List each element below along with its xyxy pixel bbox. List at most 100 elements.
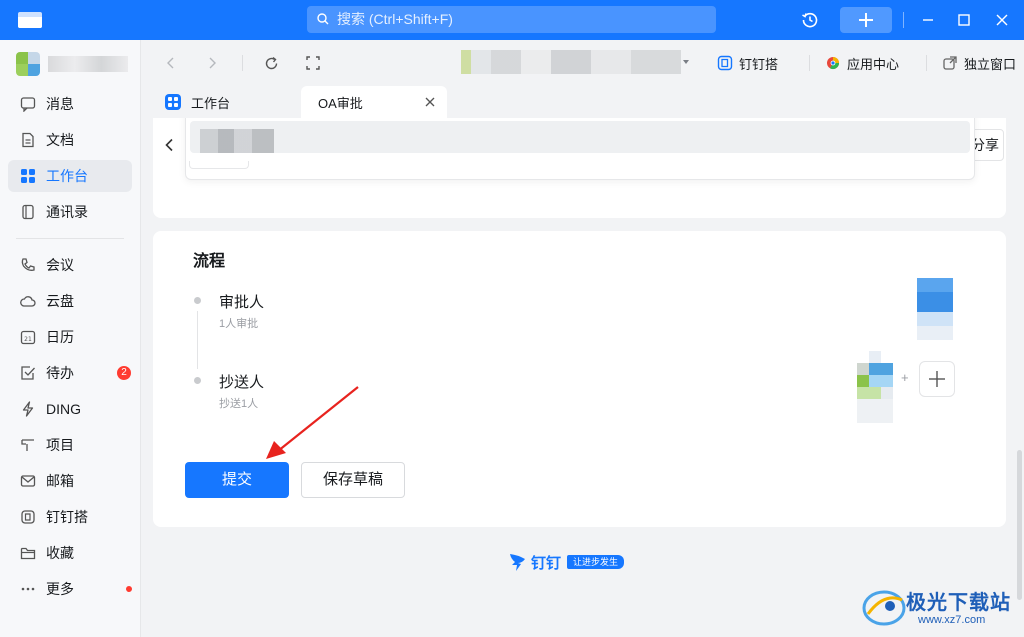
forward-button[interactable] (204, 55, 220, 71)
app-center-label: 应用中心 (847, 56, 900, 72)
plus-icon (929, 371, 945, 387)
minimize-button[interactable] (916, 8, 940, 32)
flow-title: 流程 (193, 253, 226, 270)
chevron-left-icon[interactable] (163, 138, 177, 152)
watermark-url: www.xz7.com (918, 614, 986, 626)
cc-label: 抄送人 (219, 374, 265, 391)
page-address-redacted[interactable] (461, 50, 681, 74)
tab-bar: 工作台 OA审批 (141, 86, 1024, 118)
plus-separator: + (901, 370, 909, 385)
sidebar-item-label: 日历 (46, 329, 74, 345)
annotation-arrow (266, 386, 359, 459)
standalone-window-label: 独立窗口 (964, 56, 1017, 72)
search-icon (317, 13, 329, 25)
sidebar-item-contacts[interactable]: 通讯录 (8, 196, 132, 228)
profile-name-redacted (48, 56, 128, 72)
sidebar-item-favorites[interactable]: 收藏 (8, 537, 132, 569)
dingda-label: 钉钉搭 (739, 56, 779, 72)
folder-icon (20, 545, 36, 561)
app-center-link[interactable]: 应用中心 (825, 53, 899, 73)
toolbar-divider (809, 55, 810, 71)
history-icon (802, 12, 818, 28)
tab-workbench[interactable]: 工作台 (165, 86, 230, 118)
sidebar-item-docs[interactable]: 文档 (8, 124, 132, 156)
sidebar-item-messages[interactable]: 消息 (8, 88, 132, 120)
contacts-book-icon (20, 204, 36, 220)
lightning-icon (20, 401, 36, 417)
dropdown-option[interactable] (190, 121, 970, 153)
avatar (16, 52, 40, 76)
user-profile[interactable] (16, 52, 128, 76)
flow-connector (197, 311, 198, 369)
add-cc-button[interactable] (919, 361, 955, 397)
browser-toolbar: 钉钉搭 应用中心 独立窗口 (141, 40, 1024, 86)
approver-count: 1人审批 (219, 318, 259, 330)
document-icon (20, 132, 36, 148)
cc-avatar[interactable] (857, 351, 893, 423)
dingtalk-footer-logo: 钉钉 让进步发生 (509, 550, 654, 574)
watermark-logo-icon (862, 590, 906, 626)
calendar-icon: 21 (20, 329, 36, 345)
sidebar-item-ding[interactable]: DING (8, 393, 132, 425)
fullscreen-icon (306, 56, 320, 70)
sidebar-item-mail[interactable]: 邮箱 (8, 465, 132, 497)
sidebar-item-label: 会议 (46, 257, 74, 273)
titlebar-divider (903, 12, 904, 28)
footer-slogan: 让进步发生 (567, 555, 625, 569)
sidebar-item-label: 待办 (46, 365, 74, 381)
field-underlay (189, 161, 249, 169)
dingtalk-logo-icon (510, 554, 525, 571)
approver-label: 审批人 (219, 294, 265, 311)
dingda-link[interactable]: 钉钉搭 (717, 53, 778, 73)
search-placeholder: 搜索 (Ctrl+Shift+F) (337, 11, 453, 27)
cc-count: 抄送1人 (219, 398, 259, 410)
sidebar-item-cloud-drive[interactable]: 云盘 (8, 285, 132, 317)
sidebar-item-calendar[interactable]: 21 日历 (8, 321, 132, 353)
approver-avatar[interactable] (917, 278, 953, 340)
sidebar-item-dingda[interactable]: 钉钉搭 (8, 501, 132, 533)
todo-count-badge: 2 (117, 366, 131, 380)
tab-oa-approval[interactable]: OA审批 (301, 86, 447, 118)
sidebar-divider (16, 238, 124, 239)
sidebar-item-projects[interactable]: 项目 (8, 429, 132, 461)
sidebar-item-workbench[interactable]: 工作台 (8, 160, 132, 192)
submit-button[interactable]: 提交 (185, 462, 289, 498)
sidebar-item-label: 收藏 (46, 545, 74, 561)
sidebar-item-label: 云盘 (46, 293, 74, 309)
chat-bubble-icon (20, 96, 36, 112)
todo-check-icon (20, 365, 36, 381)
minimize-icon (923, 19, 933, 21)
sidebar-item-label: 文档 (46, 132, 74, 148)
fullscreen-button[interactable] (305, 55, 321, 71)
chevron-left-icon (167, 57, 174, 69)
save-draft-button[interactable]: 保存草稿 (301, 462, 405, 498)
create-button[interactable] (840, 7, 892, 33)
maximize-icon (958, 14, 970, 26)
caret-down-icon[interactable] (683, 60, 689, 64)
refresh-button[interactable] (263, 55, 279, 71)
autocomplete-dropdown (185, 118, 975, 180)
flow-step-dot (194, 297, 201, 304)
notification-dot (126, 586, 132, 592)
sidebar-item-more[interactable]: 更多 (8, 573, 132, 605)
watermark-title: 极光下载站 (906, 592, 1011, 614)
flow-step-dot (194, 377, 201, 384)
close-tab-icon[interactable] (423, 95, 437, 109)
svg-text:21: 21 (24, 336, 32, 343)
sidebar-item-todo[interactable]: 待办 2 (8, 357, 132, 389)
chevron-right-icon (209, 57, 216, 69)
history-button[interactable] (798, 8, 822, 32)
oa-approval-content: 分享 流程 审批人 1人审批 抄送人 抄送1人 + 提交 保存草稿 钉钉 让进步… (141, 118, 1024, 637)
back-button[interactable] (163, 55, 179, 71)
sidebar-item-meeting[interactable]: 会议 (8, 249, 132, 281)
dropdown-option-redacted (200, 129, 274, 153)
standalone-window-link[interactable]: 独立窗口 (942, 53, 1016, 73)
mail-icon (20, 473, 36, 489)
global-search-input[interactable]: 搜索 (Ctrl+Shift+F) (307, 6, 716, 33)
close-window-button[interactable] (990, 8, 1014, 32)
maximize-button[interactable] (952, 8, 976, 32)
more-dots-icon (20, 581, 36, 597)
cloud-icon (20, 293, 36, 309)
workbench-grid-icon (165, 94, 181, 110)
sidebar-item-label: DING (46, 401, 81, 417)
